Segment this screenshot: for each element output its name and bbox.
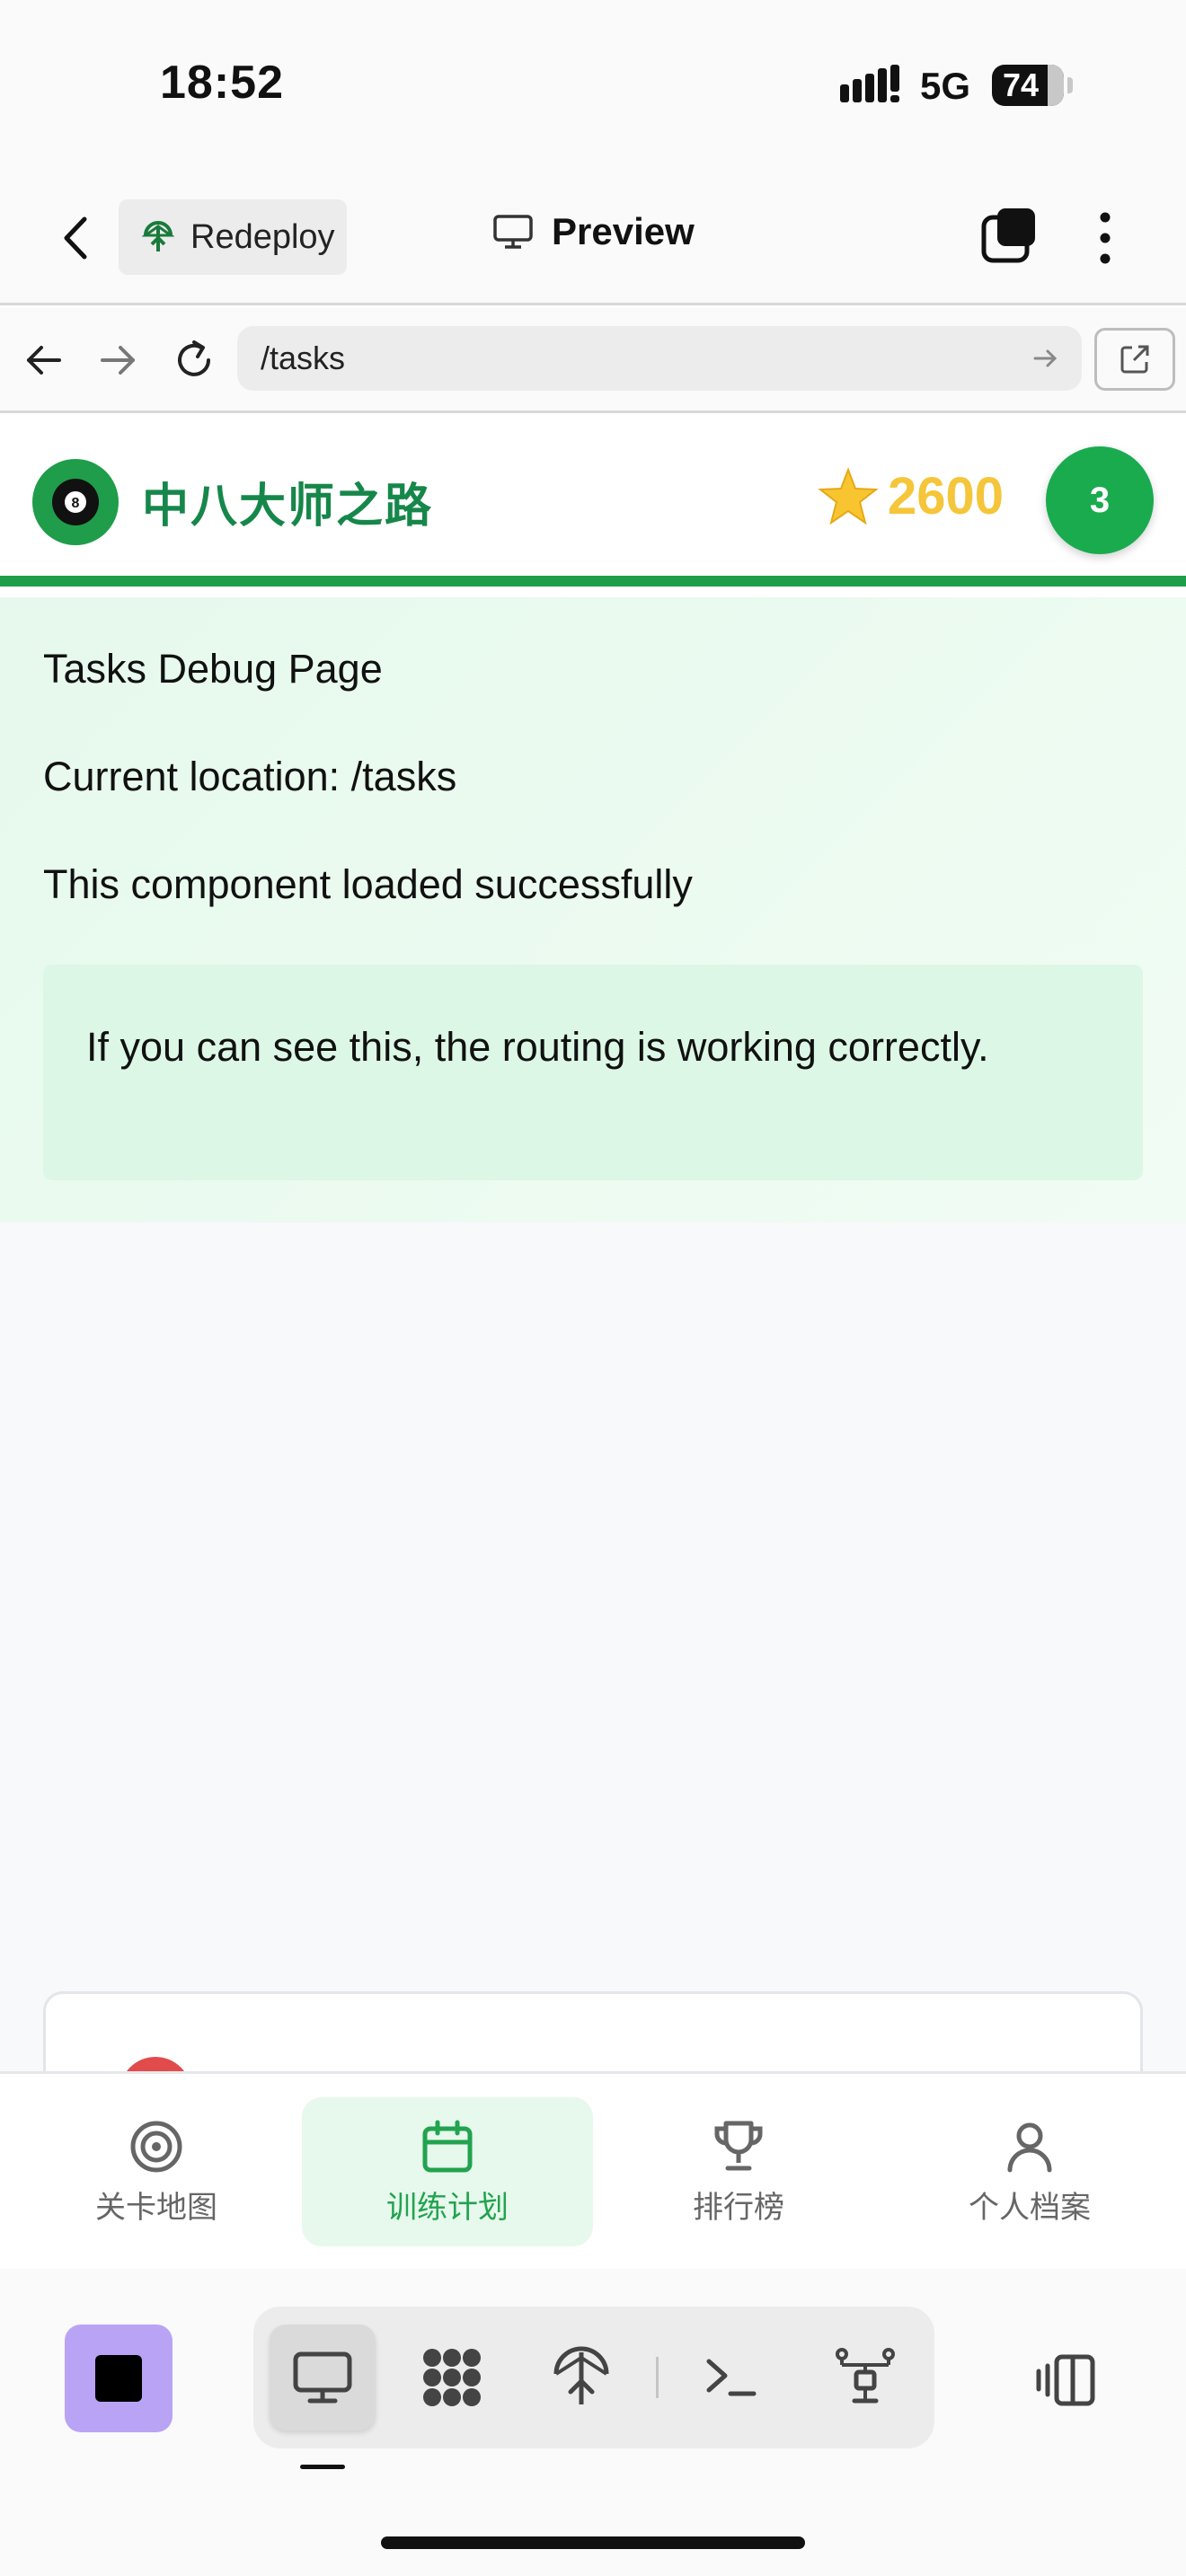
nav-label: 关卡地图 (95, 2189, 217, 2226)
monitor-icon (493, 215, 533, 249)
preview-title[interactable]: Preview (492, 210, 695, 253)
calendar-icon (422, 2120, 473, 2172)
tool-preview-button[interactable] (270, 2325, 376, 2430)
nav-item-level-map[interactable]: 关卡地图 (11, 2097, 302, 2246)
tool-network-button[interactable] (812, 2325, 918, 2430)
external-link-icon (1120, 345, 1149, 374)
tool-separator (656, 2357, 659, 2398)
bottom-dock (0, 2269, 1186, 2576)
arrow-left-icon[interactable] (16, 333, 70, 387)
status-bar: 18:52 5G 74 (0, 0, 1186, 171)
points-display: 2600 (818, 466, 1004, 526)
battery-nub (1067, 77, 1073, 93)
nav-item-leaderboard[interactable]: 排行榜 (593, 2097, 884, 2246)
network-icon (836, 2348, 895, 2404)
chevron-left-icon[interactable] (54, 207, 99, 269)
battery-icon: 74 (992, 65, 1064, 106)
apps-icon (423, 2349, 481, 2406)
bottom-nav: 关卡地图 训练计划 排行榜 个人档案 (0, 2071, 1186, 2269)
go-arrow-icon[interactable] (1030, 342, 1062, 375)
stop-button[interactable] (65, 2325, 173, 2432)
redeploy-button[interactable]: Redeploy (119, 199, 347, 275)
debug-panel: Tasks Debug Page Current location: /task… (0, 597, 1186, 1222)
debug-location: Current location: /tasks (43, 754, 457, 799)
terminal-icon (706, 2359, 757, 2396)
stop-icon (95, 2355, 142, 2402)
tool-apps-button[interactable] (399, 2325, 505, 2430)
url-bar-row: /tasks (0, 308, 1186, 413)
tabs-icon[interactable] (981, 207, 1039, 264)
tool-group (253, 2307, 934, 2448)
home-indicator[interactable] (381, 2536, 805, 2549)
target-icon (130, 2121, 182, 2172)
nav-label: 个人档案 (969, 2189, 1091, 2226)
main-content: Tasks Debug Page Current location: /task… (0, 597, 1186, 2099)
svg-text:8: 8 (72, 496, 80, 511)
preview-label: Preview (552, 210, 695, 252)
eight-ball-logo-icon[interactable]: 8 (32, 459, 119, 545)
url-field[interactable]: /tasks (237, 326, 1082, 391)
signal-icon (840, 65, 899, 102)
nav-label: 训练计划 (386, 2189, 509, 2226)
app-header: 8 中八大师之路 2600 3 (0, 416, 1186, 587)
tool-deploy-button[interactable] (528, 2325, 634, 2430)
tool-terminal-button[interactable] (677, 2325, 783, 2430)
deploy-icon (142, 221, 174, 251)
more-icon[interactable] (1087, 207, 1123, 269)
nav-item-profile[interactable]: 个人档案 (884, 2097, 1175, 2246)
redeploy-label: Redeploy (190, 217, 335, 256)
user-icon (1007, 2122, 1052, 2172)
url-text: /tasks (261, 340, 346, 376)
reload-icon[interactable] (167, 333, 221, 387)
battery-level: 74 (1003, 66, 1040, 103)
star-icon (818, 466, 879, 525)
trophy-icon (714, 2121, 763, 2170)
routing-ok-text: If you can see this, the routing is work… (86, 1024, 989, 1070)
app-top-bar: Redeploy Preview (0, 171, 1186, 305)
arrow-right-icon[interactable] (92, 333, 146, 387)
points-value: 2600 (888, 467, 1005, 525)
debug-heading: Tasks Debug Page (43, 646, 383, 692)
active-tool-underline (300, 2465, 345, 2469)
app-title: 中八大师之路 (142, 480, 434, 534)
deploy-icon (553, 2346, 609, 2404)
side-panel-icon[interactable] (1033, 2351, 1098, 2409)
status-time: 18:52 (160, 57, 284, 109)
network-type: 5G (920, 65, 971, 107)
debug-loaded: This component loaded successfully (43, 861, 693, 907)
level-badge[interactable]: 3 (1046, 446, 1154, 554)
nav-item-training-plan[interactable]: 训练计划 (302, 2097, 593, 2246)
open-external-button[interactable] (1094, 328, 1175, 391)
preview-icon (293, 2351, 352, 2404)
routing-ok-box: If you can see this, the routing is work… (43, 965, 1143, 1180)
nav-label: 排行榜 (693, 2189, 784, 2226)
